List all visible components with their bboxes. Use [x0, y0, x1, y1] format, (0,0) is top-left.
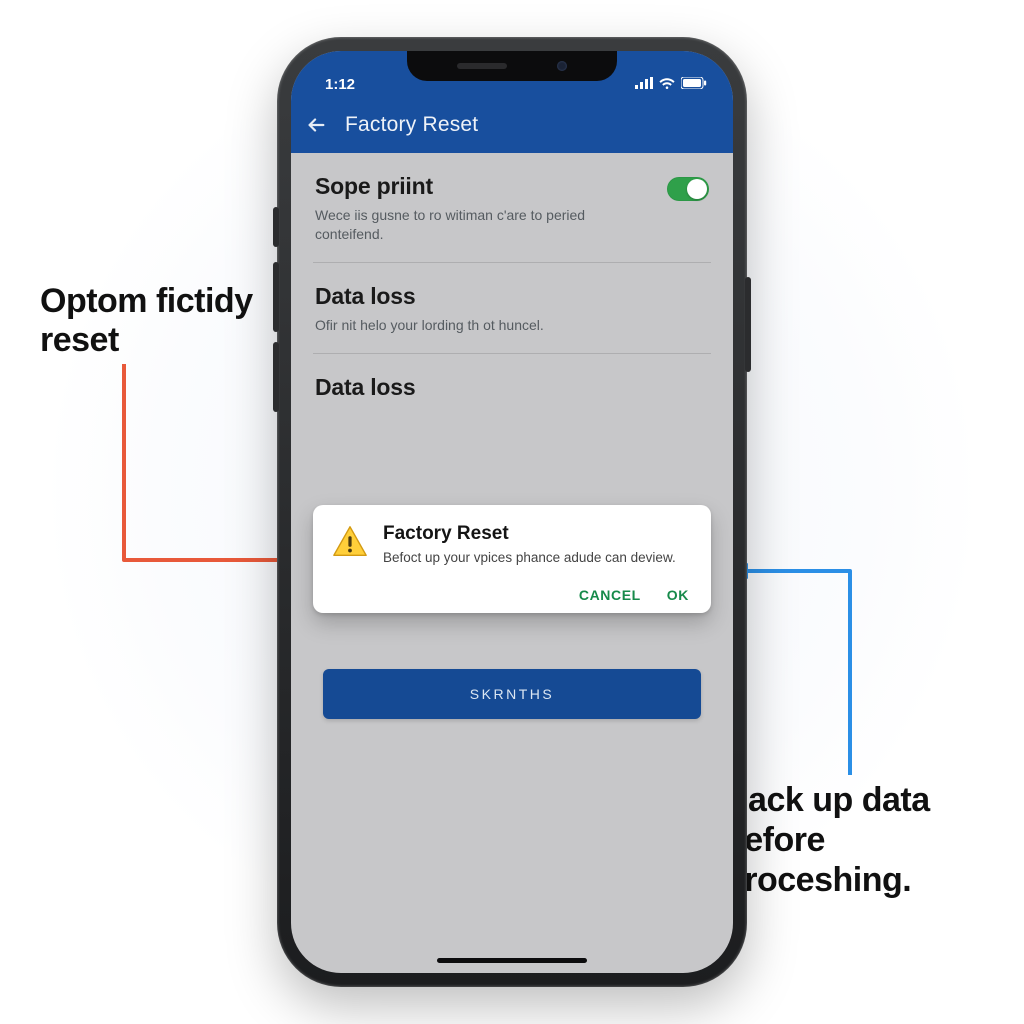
settings-item[interactable]: Sope priint Wece iis gusne to ro witiman…	[313, 153, 711, 263]
wifi-icon	[659, 76, 675, 93]
dialog-message: Befoct up your vpices phance adude can d…	[383, 549, 676, 567]
app-bar: Factory Reset	[291, 97, 733, 153]
settings-item-subtitle: Ofir nit helo your lording th ot huncel.	[315, 316, 709, 335]
cancel-button[interactable]: CANCEL	[579, 587, 641, 603]
phone-frame: 1:12 Factory Reset	[277, 37, 747, 987]
home-indicator[interactable]	[437, 958, 587, 963]
warning-icon	[331, 523, 369, 561]
front-camera	[557, 61, 567, 71]
volume-down-button	[273, 342, 279, 412]
settings-item-title: Sope priint	[315, 173, 653, 200]
settings-item[interactable]: Data loss	[313, 354, 711, 425]
dialog-title: Factory Reset	[383, 523, 676, 545]
primary-action-label: SKRNTHS	[470, 686, 554, 702]
annotation-right: Back up data before proceshing.	[724, 780, 984, 900]
speaker-grille	[457, 63, 507, 69]
cellular-icon	[635, 76, 653, 93]
battery-icon	[681, 76, 707, 93]
notch	[407, 51, 617, 81]
status-time: 1:12	[325, 76, 355, 93]
confirm-dialog: Factory Reset Befoct up your vpices phan…	[313, 505, 711, 613]
primary-action-button[interactable]: SKRNTHS	[323, 669, 701, 719]
page-title: Factory Reset	[345, 113, 478, 137]
power-button	[745, 277, 751, 372]
annotation-left: Optom fictidy reset	[40, 282, 290, 360]
settings-item-title: Data loss	[315, 374, 709, 401]
settings-item-subtitle: Wece iis gusne to ro witiman c'are to pe…	[315, 206, 653, 244]
toggle-switch[interactable]	[667, 177, 709, 201]
settings-item[interactable]: Data loss Ofir nit helo your lording th …	[313, 263, 711, 354]
screen: 1:12 Factory Reset	[291, 51, 733, 973]
settings-list: Sope priint Wece iis gusne to ro witiman…	[291, 153, 733, 425]
ok-button[interactable]: OK	[667, 587, 689, 603]
back-icon[interactable]	[305, 114, 327, 136]
volume-up-button	[273, 262, 279, 332]
settings-item-title: Data loss	[315, 283, 709, 310]
mute-switch	[273, 207, 279, 247]
